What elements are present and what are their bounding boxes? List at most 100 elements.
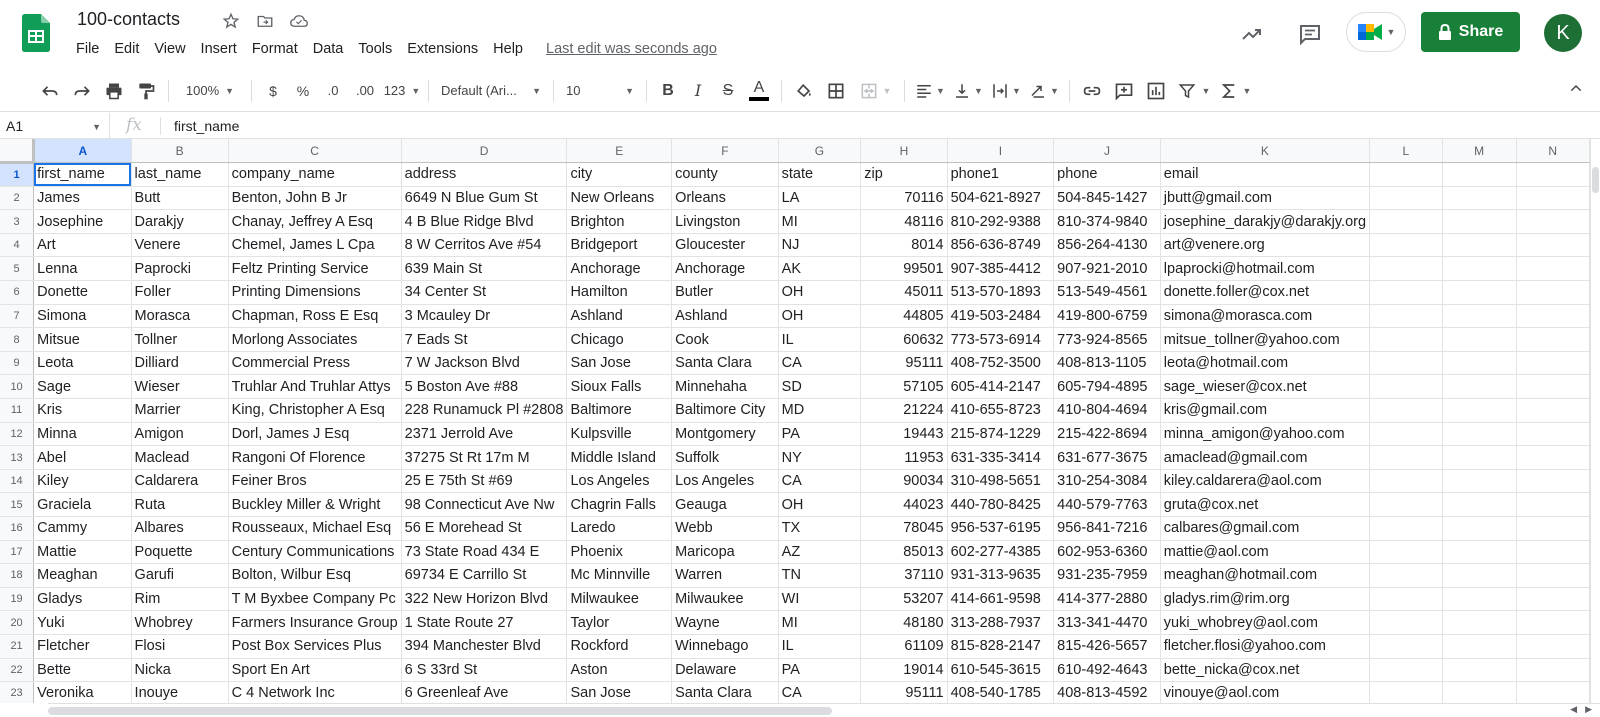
cell-l14[interactable] [1369, 469, 1443, 494]
cell-l19[interactable] [1369, 587, 1443, 612]
cell-j15[interactable]: 440-579-7763 [1053, 492, 1161, 517]
cell-d22[interactable]: 6 S 33rd St [401, 658, 568, 683]
cell-d16[interactable]: 56 E Morehead St [401, 516, 568, 541]
cell-h9[interactable]: 95111 [860, 351, 948, 376]
font-size-select[interactable]: 10 ▼ [560, 77, 640, 105]
cell-d15[interactable]: 98 Connecticut Ave Nw [401, 492, 568, 517]
menu-edit[interactable]: Edit [114, 41, 147, 57]
insert-link-icon[interactable] [1076, 77, 1108, 105]
cell-c1[interactable]: company_name [228, 162, 402, 187]
column-header-j[interactable]: J [1053, 139, 1161, 164]
column-header-m[interactable]: M [1442, 139, 1517, 164]
cell-d14[interactable]: 25 E 75th St #69 [401, 469, 568, 494]
cell-b1[interactable]: last_name [131, 162, 229, 187]
star-icon[interactable] [220, 10, 242, 32]
cell-j14[interactable]: 310-254-3084 [1053, 469, 1161, 494]
cell-a7[interactable]: Simona [33, 304, 132, 329]
paint-format-icon[interactable] [130, 77, 162, 105]
cell-k13[interactable]: amaclead@gmail.com [1160, 445, 1371, 470]
cell-k5[interactable]: lpaprocki@hotmail.com [1160, 256, 1371, 282]
cell-f2[interactable]: Orleans [671, 186, 779, 211]
cell-n1[interactable] [1516, 162, 1590, 187]
cell-n9[interactable] [1516, 351, 1590, 376]
cell-i20[interactable]: 313-288-7937 [947, 610, 1055, 635]
cell-n21[interactable] [1516, 634, 1590, 659]
cell-h3[interactable]: 48116 [860, 209, 948, 234]
cell-m13[interactable] [1442, 445, 1517, 470]
row-header[interactable]: 17 [0, 540, 35, 565]
column-header-b[interactable]: B [131, 139, 229, 164]
menu-extensions[interactable]: Extensions [407, 41, 486, 57]
cell-b7[interactable]: Morasca [131, 304, 229, 329]
cell-c6[interactable]: Printing Dimensions [228, 280, 402, 305]
account-avatar[interactable]: K [1544, 14, 1582, 52]
cell-a20[interactable]: Yuki [33, 610, 132, 635]
cell-m18[interactable] [1442, 563, 1517, 588]
cell-d7[interactable]: 3 Mcauley Dr [401, 304, 568, 329]
move-folder-icon[interactable] [254, 10, 276, 32]
cell-e14[interactable]: Los Angeles [566, 469, 673, 494]
cell-i8[interactable]: 773-573-6914 [947, 327, 1055, 352]
cell-e2[interactable]: New Orleans [566, 186, 673, 211]
cell-j7[interactable]: 419-800-6759 [1053, 304, 1161, 329]
cell-f5[interactable]: Anchorage [671, 256, 779, 282]
cell-f10[interactable]: Minnehaha [671, 374, 779, 400]
cell-a19[interactable]: Gladys [33, 587, 132, 612]
cell-k9[interactable]: leota@hotmail.com [1160, 351, 1371, 376]
vertical-scrollbar[interactable] [1590, 139, 1600, 703]
cell-k19[interactable]: gladys.rim@rim.org [1160, 587, 1371, 612]
cell-d2[interactable]: 6649 N Blue Gum St [401, 186, 568, 211]
cell-c8[interactable]: Morlong Associates [228, 327, 402, 352]
cell-a18[interactable]: Meaghan [33, 563, 132, 588]
cell-e21[interactable]: Rockford [566, 634, 673, 659]
cell-d21[interactable]: 394 Manchester Blvd [401, 634, 568, 659]
cell-a14[interactable]: Kiley [33, 469, 132, 494]
cell-d9[interactable]: 7 W Jackson Blvd [401, 351, 568, 376]
cell-g3[interactable]: MI [778, 209, 862, 234]
cell-h12[interactable]: 19443 [860, 422, 948, 447]
cell-c7[interactable]: Chapman, Ross E Esq [228, 304, 402, 329]
row-header[interactable]: 18 [0, 563, 35, 588]
cell-f13[interactable]: Suffolk [671, 445, 779, 470]
cell-k11[interactable]: kris@gmail.com [1160, 398, 1371, 423]
cell-k8[interactable]: mitsue_tollner@yahoo.com [1160, 327, 1371, 352]
cell-n20[interactable] [1516, 610, 1590, 635]
cell-i17[interactable]: 602-277-4385 [947, 540, 1055, 565]
last-edit-link[interactable]: Last edit was seconds ago [546, 41, 717, 57]
cell-m19[interactable] [1442, 587, 1517, 612]
cell-i7[interactable]: 419-503-2484 [947, 304, 1055, 329]
cell-f8[interactable]: Cook [671, 327, 779, 352]
text-wrapping-icon[interactable]: ▼ [987, 77, 1025, 105]
row-header[interactable]: 8 [0, 327, 35, 352]
cell-d8[interactable]: 7 Eads St [401, 327, 568, 352]
cell-m16[interactable] [1442, 516, 1517, 541]
cell-g9[interactable]: CA [778, 351, 862, 376]
cell-c15[interactable]: Buckley Miller & Wright [228, 492, 402, 517]
strikethrough-button[interactable]: S [713, 77, 743, 105]
cell-m15[interactable] [1442, 492, 1517, 517]
cell-h23[interactable]: 95111 [860, 681, 948, 703]
row-header[interactable]: 22 [0, 658, 35, 683]
cell-m20[interactable] [1442, 610, 1517, 635]
cell-n16[interactable] [1516, 516, 1590, 541]
cell-m8[interactable] [1442, 327, 1517, 352]
cell-f9[interactable]: Santa Clara [671, 351, 779, 376]
cell-n17[interactable] [1516, 540, 1590, 565]
cell-a4[interactable]: Art [33, 233, 132, 258]
cell-a3[interactable]: Josephine [33, 209, 132, 234]
cell-j9[interactable]: 408-813-1105 [1053, 351, 1161, 376]
bold-button[interactable]: B [653, 77, 683, 105]
cell-c5[interactable]: Feltz Printing Service [228, 256, 402, 282]
cell-h8[interactable]: 60632 [860, 327, 948, 352]
horizontal-scrollbar-thumb[interactable] [48, 707, 832, 715]
cell-g8[interactable]: IL [778, 327, 862, 352]
cell-b12[interactable]: Amigon [131, 422, 229, 447]
cell-e5[interactable]: Anchorage [566, 256, 673, 282]
vertical-scrollbar-thumb[interactable] [1592, 167, 1599, 193]
cell-a2[interactable]: James [33, 186, 132, 211]
cell-i1[interactable]: phone1 [947, 162, 1055, 187]
cell-c14[interactable]: Feiner Bros [228, 469, 402, 494]
cell-f23[interactable]: Santa Clara [671, 681, 779, 703]
cell-l2[interactable] [1369, 186, 1443, 211]
row-header[interactable]: 19 [0, 587, 35, 612]
